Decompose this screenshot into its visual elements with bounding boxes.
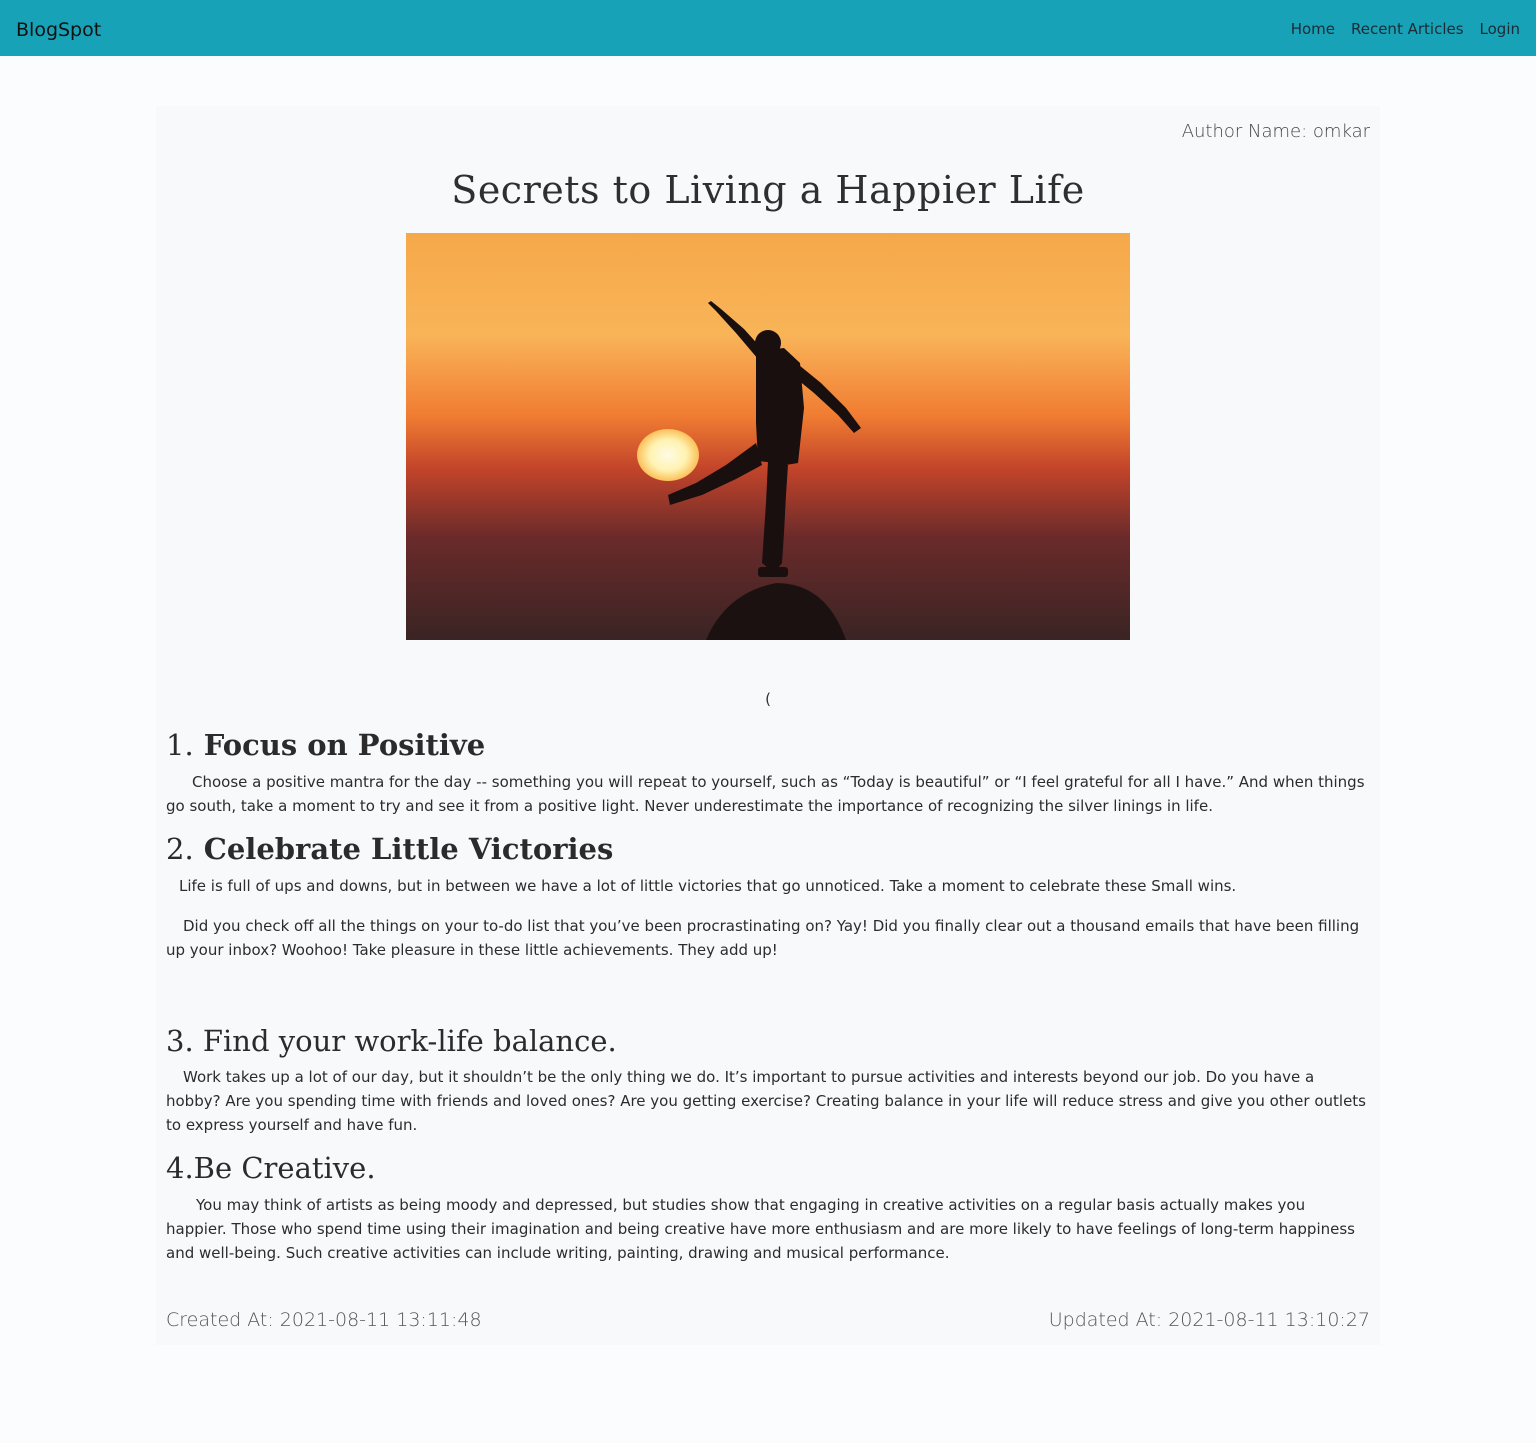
section-3-paragraph: Work takes up a lot of our day, but it s… — [166, 1068, 1366, 1135]
created-at: Created At: 2021-08-11 13:11:48 — [166, 1309, 482, 1331]
section-heading-2: 2. Celebrate Little Victories — [166, 832, 1370, 867]
section-2-paragraph-2: Did you check off all the things on your… — [166, 916, 1360, 959]
nav-link-login[interactable]: Login — [1480, 20, 1520, 38]
section-title: Celebrate Little Victories — [193, 831, 614, 866]
nav-links: Home Recent Articles Login — [1291, 20, 1520, 38]
section-title: Find your work-life balance. — [193, 1023, 617, 1058]
author-name: Author Name: omkar — [1181, 121, 1370, 142]
section-heading-4: 4.Be Creative. — [166, 1151, 1370, 1186]
stray-character: ( — [765, 690, 771, 708]
section-title: Focus on Positive — [193, 728, 486, 762]
section-2-paragraph-1: Life is full of ups and downs, but in be… — [179, 876, 1237, 895]
section-number: 3. — [166, 1023, 194, 1058]
section-number: 4. — [166, 1151, 194, 1186]
section-1-paragraph: Choose a positive mantra for the day -- … — [166, 772, 1365, 815]
section-number: 2. — [166, 831, 194, 866]
article-title: Secrets to Living a Happier Life — [451, 168, 1085, 212]
section-heading-3: 3. Find your work-life balance. — [166, 1024, 1370, 1059]
nav-link-recent-articles[interactable]: Recent Articles — [1351, 20, 1464, 38]
brand-link[interactable]: BlogSpot — [16, 19, 101, 41]
section-title: Be Creative. — [193, 1151, 376, 1186]
section-4-paragraph: You may think of artists as being moody … — [166, 1196, 1355, 1263]
top-navbar: BlogSpot Home Recent Articles Login — [0, 0, 1536, 56]
section-heading-1: 1. Focus on Positive — [166, 728, 1370, 763]
article-body: 1. Focus on Positive Choose a positive m… — [166, 728, 1370, 1265]
updated-at: Updated At: 2021-08-11 13:10:27 — [1048, 1309, 1370, 1331]
article-card: Author Name: omkar Secrets to Living a H… — [156, 106, 1380, 1345]
section-number: 1. — [166, 728, 194, 762]
sunset-silhouette-photo — [406, 233, 1130, 640]
nav-link-home[interactable]: Home — [1291, 20, 1335, 38]
